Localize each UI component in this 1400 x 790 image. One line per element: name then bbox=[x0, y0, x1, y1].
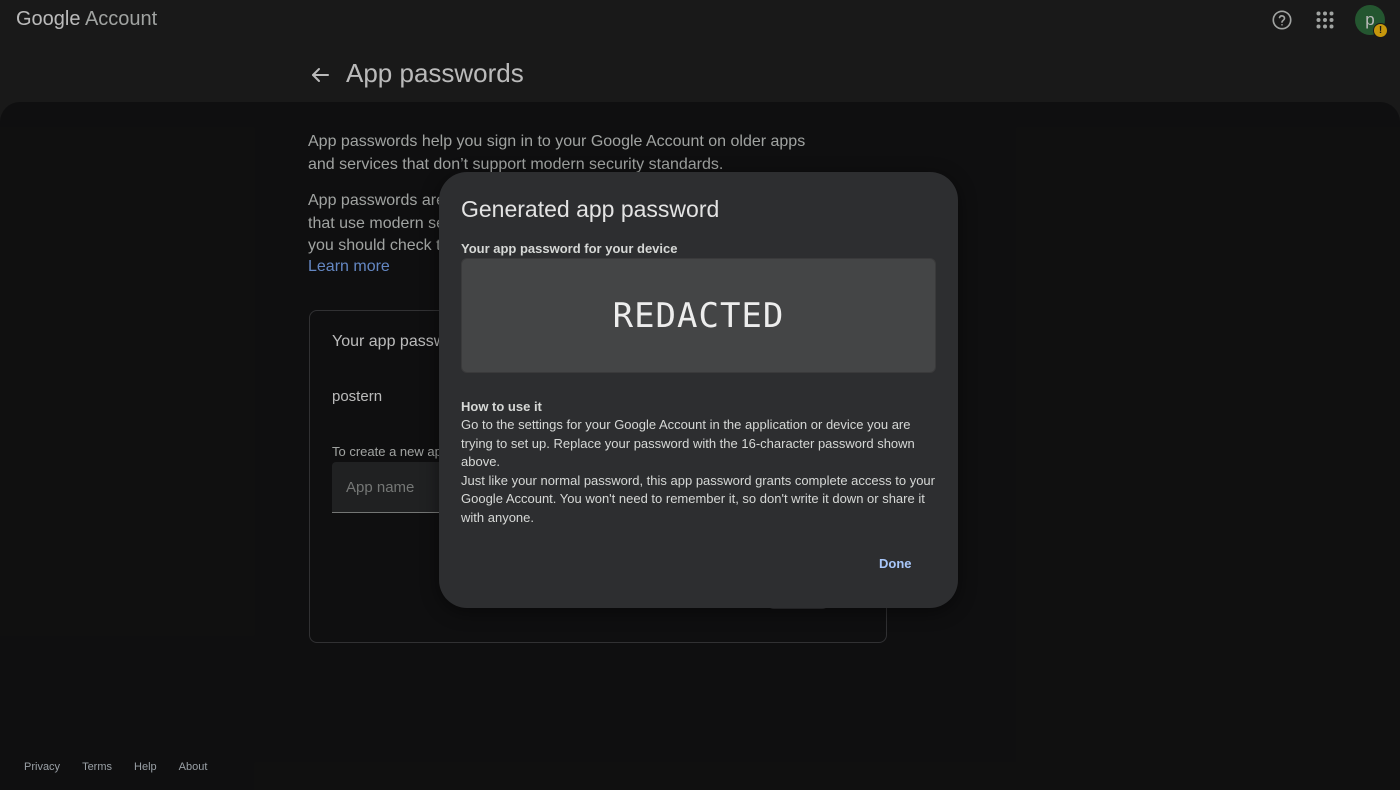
footer: Privacy Terms Help About bbox=[24, 761, 229, 773]
footer-help-link[interactable]: Help bbox=[134, 761, 157, 773]
dialog-title: Generated app password bbox=[461, 196, 720, 222]
done-button[interactable]: Done bbox=[879, 556, 912, 571]
footer-about-link[interactable]: About bbox=[179, 761, 208, 773]
app-passwords-page: Google Account p ! App passwords App pas… bbox=[0, 0, 1400, 790]
howto-paragraph-1: Go to the settings for your Google Accou… bbox=[461, 417, 915, 470]
generated-password-display[interactable]: REDACTED bbox=[461, 258, 936, 373]
howto-paragraph-2: Just like your normal password, this app… bbox=[461, 472, 935, 525]
dialog-subtitle: Your app password for your device bbox=[461, 241, 678, 256]
footer-terms-link[interactable]: Terms bbox=[82, 761, 112, 773]
howto-title: How to use it bbox=[461, 399, 542, 414]
footer-privacy-link[interactable]: Privacy bbox=[24, 761, 60, 773]
generated-password-dialog: Generated app password Your app password… bbox=[439, 172, 958, 608]
howto-text: Go to the settings for your Google Accou… bbox=[461, 416, 939, 528]
